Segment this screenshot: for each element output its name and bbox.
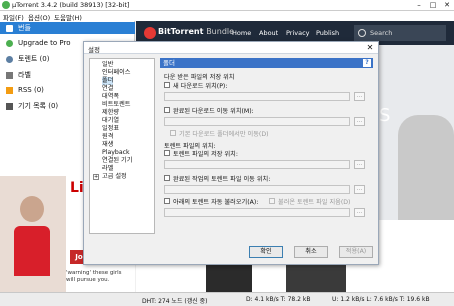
tree-item-playback[interactable]: Playback [102, 149, 130, 157]
ok-button[interactable]: 확인 [249, 246, 283, 258]
apply-button[interactable]: 적용(A) [339, 246, 373, 258]
move-completed-path-field[interactable] [164, 117, 350, 126]
tree-item-bittorrent[interactable]: 비트토렌트 [102, 101, 130, 109]
title-bar: µTorrent 3.4.2 (build 38913) [32-bit] – … [0, 0, 454, 11]
panel-title: 폴더 [163, 59, 175, 67]
search-input[interactable]: Search [354, 25, 446, 41]
ad-warning-text: 'warning' these girls will pursue you. [66, 270, 122, 283]
autoload-checkbox[interactable] [164, 198, 170, 204]
autoload-browse-button[interactable]: ... [354, 208, 365, 217]
tree-item-transfer-cap[interactable]: 제한량 [102, 109, 119, 117]
tree-item-bandwidth[interactable]: 대역폭 [102, 93, 119, 101]
sidebar-item-label: 토렌트 (0) [18, 55, 50, 63]
only-from-default-label: 기본 다운로드 폴더에서만 이동(D) [179, 131, 269, 138]
utorrent-logo-icon [2, 1, 10, 9]
bittorrent-logo-icon [144, 27, 156, 39]
panel-header: 폴더 ? [160, 58, 373, 68]
tree-item-paired-devices[interactable]: 연결된 기기 [102, 157, 132, 165]
maximize-button[interactable]: □ [426, 0, 440, 10]
only-from-default-checkbox[interactable] [170, 130, 176, 136]
nav-privacy[interactable]: Privacy [286, 29, 310, 37]
dht-status: DHT: 274 노드 (갱신 중) [142, 298, 208, 305]
device-icon [6, 103, 13, 110]
dialog-title-bar: 설정 ✕ [84, 42, 378, 54]
sidebar-item-label: Upgrade to Pro [18, 39, 71, 47]
upgrade-icon [6, 40, 13, 47]
brand-bold: BitTorrent [158, 27, 204, 36]
delete-loaded-checkbox[interactable] [269, 198, 275, 204]
search-placeholder: Search [370, 29, 393, 37]
cancel-button[interactable]: 취소 [294, 246, 328, 258]
move-completed-checkbox[interactable] [164, 107, 170, 113]
autoload-label: 아래의 토렌트 자동 불러오기(A): [173, 199, 259, 206]
move-finished-torrents-path-field[interactable] [164, 185, 350, 194]
help-button[interactable]: ? [363, 59, 371, 67]
downloaded-location-heading: 다운 받은 파일의 저장 위치 [164, 74, 235, 81]
sidebar-item-label: 기기 목록 (0) [18, 102, 59, 110]
sidebar-item-label: RSS (0) [18, 86, 44, 94]
tree-item-remote[interactable]: 원격 [102, 133, 113, 141]
nav-home[interactable]: Home [232, 29, 251, 37]
label-icon [6, 72, 13, 79]
sidebar-item-label: 번들 [18, 24, 31, 32]
close-button[interactable]: ✕ [440, 0, 454, 10]
menu-bar: 파일(F) 옵션(O) 도움말(H) [0, 11, 454, 22]
window-title: µTorrent 3.4.2 (build 38913) [32-bit] [12, 1, 130, 9]
dialog-title: 설정 [88, 46, 100, 54]
status-bar: DHT: 274 노드 (갱신 중) D: 4.1 kB/s T: 78.2 k… [0, 292, 454, 306]
sidebar-item-label: 라벨 [18, 71, 31, 79]
tree-item-connection[interactable]: 연결 [102, 85, 113, 93]
nav-publish[interactable]: Publish [316, 29, 339, 37]
torrent-icon [6, 56, 13, 63]
new-downloads-path-field[interactable] [164, 92, 350, 101]
store-torrents-label: 토렌트 파일의 저장 위치: [173, 151, 238, 158]
new-downloads-label: 새 다운로드 위치(P): [173, 83, 228, 90]
minimize-button[interactable]: – [412, 0, 426, 10]
ad-photo [0, 176, 66, 292]
tree-item-general[interactable]: 일반 [102, 61, 113, 69]
tree-item-advanced[interactable]: 고급 설정 [102, 173, 127, 181]
move-finished-torrents-label: 완료된 작업의 토렌트 파일 이동 위치: [173, 176, 271, 183]
nav-about[interactable]: About [259, 29, 278, 37]
settings-dialog: 설정 ✕ 일반 인터페이스 폴더 연결 대역폭 비트토렌트 제한량 대기열 일정… [83, 41, 379, 265]
store-torrents-checkbox[interactable] [164, 150, 170, 156]
move-finished-torrents-browse-button[interactable]: ... [354, 185, 365, 194]
tree-item-play[interactable]: 재생 [102, 141, 113, 149]
tree-item-scheduler[interactable]: 일정표 [102, 125, 119, 133]
hero-person-image [398, 115, 454, 225]
tree-item-labels[interactable]: 라벨 [102, 165, 113, 173]
download-status: D: 4.1 kB/s T: 78.2 kB [246, 296, 311, 303]
tree-item-ui[interactable]: 인터페이스 [102, 69, 130, 77]
search-icon [358, 29, 366, 37]
tree-item-queue[interactable]: 대기열 [102, 117, 119, 125]
store-torrents-browse-button[interactable]: ... [354, 160, 365, 169]
utorrent-window: µTorrent 3.4.2 (build 38913) [32-bit] – … [0, 0, 454, 306]
new-downloads-checkbox[interactable] [164, 82, 170, 88]
tree-expand-icon[interactable]: + [93, 174, 99, 180]
move-completed-browse-button[interactable]: ... [354, 117, 365, 126]
delete-loaded-label: 불러온 토렌트 파일 지움(D) [278, 199, 351, 206]
autoload-path-field[interactable] [164, 208, 350, 217]
ad-headline: Li [70, 180, 84, 196]
move-finished-torrents-checkbox[interactable] [164, 175, 170, 181]
sidebar-item-bundle[interactable]: 번들 [0, 22, 135, 34]
rss-icon [6, 87, 13, 94]
bundle-icon [6, 25, 13, 32]
brand[interactable]: BitTorrent Bundle [158, 27, 234, 36]
dialog-close-button[interactable]: ✕ [365, 43, 375, 53]
settings-tree: 일반 인터페이스 폴더 연결 대역폭 비트토렌트 제한량 대기열 일정표 원격 … [89, 58, 155, 234]
new-downloads-browse-button[interactable]: ... [354, 92, 365, 101]
move-completed-label: 완료된 다운로드 이동 위치(M): [173, 108, 254, 115]
upload-status: U: 1.2 kB/s L: 7.6 kB/s T: 19.6 kB [332, 296, 430, 303]
store-torrents-path-field[interactable] [164, 160, 350, 169]
brand-light: Bundle [206, 27, 235, 36]
tree-item-folders[interactable]: 폴더 [102, 77, 114, 85]
